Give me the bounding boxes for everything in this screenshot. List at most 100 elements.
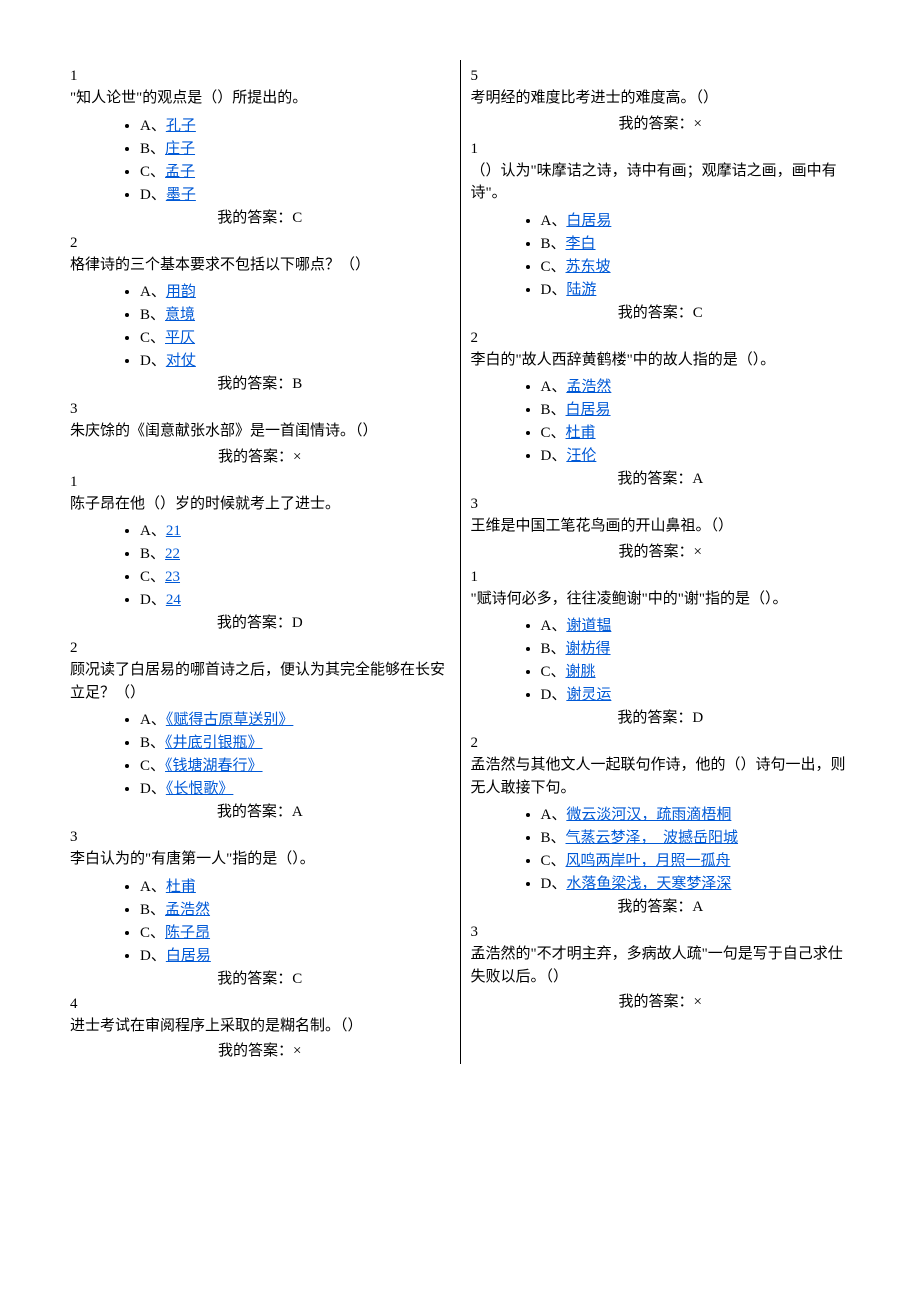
option-c: C、谢朓 <box>541 660 851 681</box>
option-c: C、平仄 <box>140 326 450 347</box>
answer-line: 我的答案：× <box>471 540 851 561</box>
option-link[interactable]: 21 <box>166 523 181 539</box>
option-list: A、用韵 B、意境 C、平仄 D、对仗 <box>70 280 450 370</box>
option-link[interactable]: 水落鱼梁浅，天寒梦泽深 <box>566 876 731 892</box>
option-list: A、孔子 B、庄子 C、孟子 D、墨子 <box>70 114 450 204</box>
answer-line: 我的答案：× <box>471 112 851 133</box>
option-link[interactable]: 孔子 <box>166 118 196 134</box>
option-label: D、 <box>541 448 567 464</box>
option-link[interactable]: 杜甫 <box>566 425 596 441</box>
answer-line: 我的答案：A <box>471 467 851 488</box>
option-link[interactable]: 对仗 <box>166 353 196 369</box>
option-d: D、陆游 <box>541 278 851 299</box>
option-link[interactable]: 《井底引银瓶》 <box>165 735 263 751</box>
option-link[interactable]: 庄子 <box>165 141 195 157</box>
option-link[interactable]: 意境 <box>165 307 195 323</box>
option-label: C、 <box>140 330 165 346</box>
answer-prefix: 我的答案： <box>217 210 292 226</box>
question-number: 2 <box>471 735 851 752</box>
option-link[interactable]: 白居易 <box>566 402 611 418</box>
option-link[interactable]: 《长恨歌》 <box>166 781 234 797</box>
question-stem: 王维是中国工笔花鸟画的开山鼻祖。（） <box>471 515 851 538</box>
answer-line: 我的答案：B <box>70 372 450 393</box>
question-stem: "知人论世"的观点是（）所提出的。 <box>70 87 450 110</box>
option-link[interactable]: 李白 <box>566 236 596 252</box>
option-label: A、 <box>140 879 166 895</box>
option-b: B、白居易 <box>541 398 851 419</box>
answer-line: 我的答案：D <box>70 611 450 632</box>
option-label: D、 <box>140 948 166 964</box>
option-link[interactable]: 风鸣两岸叶，月照一孤舟 <box>566 853 731 869</box>
answer-prefix: 我的答案： <box>218 449 293 465</box>
option-link[interactable]: 微云淡河汉，疏雨滴梧桐 <box>566 807 731 823</box>
option-c: C、《钱塘湖春行》 <box>140 754 450 775</box>
option-b: B、孟浩然 <box>140 898 450 919</box>
option-label: D、 <box>140 781 166 797</box>
option-label: D、 <box>541 876 567 892</box>
option-link[interactable]: 24 <box>166 592 181 608</box>
question-number: 4 <box>70 996 450 1013</box>
option-link[interactable]: 谢朓 <box>566 664 596 680</box>
option-c: C、陈子昂 <box>140 921 450 942</box>
answer-line: 我的答案：C <box>70 967 450 988</box>
option-link[interactable]: 白居易 <box>566 213 611 229</box>
option-link[interactable]: 白居易 <box>166 948 211 964</box>
question-number: 2 <box>471 330 851 347</box>
option-link[interactable]: 《钱塘湖春行》 <box>165 758 263 774</box>
option-link[interactable]: 23 <box>165 569 180 585</box>
option-link[interactable]: 孟子 <box>165 164 195 180</box>
option-link[interactable]: 《赋得古原草送别》 <box>166 712 294 728</box>
answer-line: 我的答案：A <box>471 895 851 916</box>
answer-prefix: 我的答案： <box>217 804 292 820</box>
option-list: A、谢道韫 B、谢枋得 C、谢朓 D、谢灵运 <box>471 614 851 704</box>
option-link[interactable]: 气蒸云梦泽， 波撼岳阳城 <box>566 830 739 846</box>
option-a: A、谢道韫 <box>541 614 851 635</box>
option-link[interactable]: 墨子 <box>166 187 196 203</box>
question-stem: 陈子昂在他（）岁的时候就考上了进士。 <box>70 493 450 516</box>
option-a: A、孟浩然 <box>541 375 851 396</box>
option-c: C、风鸣两岸叶，月照一孤舟 <box>541 849 851 870</box>
option-list: A、微云淡河汉，疏雨滴梧桐 B、气蒸云梦泽， 波撼岳阳城 C、风鸣两岸叶，月照一… <box>471 803 851 893</box>
question-number: 5 <box>471 68 851 85</box>
option-link[interactable]: 谢灵运 <box>566 687 611 703</box>
option-link[interactable]: 汪伦 <box>566 448 596 464</box>
answer-value: C <box>693 305 703 321</box>
question-number: 3 <box>70 401 450 418</box>
option-label: D、 <box>140 592 166 608</box>
option-label: B、 <box>541 830 566 846</box>
answer-line: 我的答案：D <box>471 706 851 727</box>
answer-value: D <box>692 710 703 726</box>
option-label: D、 <box>140 353 166 369</box>
answer-line: 我的答案：A <box>70 800 450 821</box>
question-stem: 李白认为的"有唐第一人"指的是（）。 <box>70 848 450 871</box>
option-link[interactable]: 谢枋得 <box>566 641 611 657</box>
option-link[interactable]: 用韵 <box>166 284 196 300</box>
option-label: C、 <box>140 925 165 941</box>
answer-prefix: 我的答案： <box>618 305 693 321</box>
option-link[interactable]: 杜甫 <box>166 879 196 895</box>
option-label: D、 <box>140 187 166 203</box>
option-link[interactable]: 苏东坡 <box>566 259 611 275</box>
option-link[interactable]: 22 <box>165 546 180 562</box>
option-link[interactable]: 谢道韫 <box>566 618 611 634</box>
option-link[interactable]: 平仄 <box>165 330 195 346</box>
option-label: A、 <box>140 712 166 728</box>
option-b: B、意境 <box>140 303 450 324</box>
answer-value: A <box>692 471 703 487</box>
answer-prefix: 我的答案： <box>619 544 694 560</box>
option-link[interactable]: 陆游 <box>566 282 596 298</box>
option-a: A、《赋得古原草送别》 <box>140 708 450 729</box>
question-number: 1 <box>471 141 851 158</box>
answer-value: C <box>292 210 302 226</box>
option-link[interactable]: 孟浩然 <box>165 902 210 918</box>
answer-value: D <box>292 615 303 631</box>
option-a: A、21 <box>140 519 450 540</box>
option-b: B、庄子 <box>140 137 450 158</box>
option-link[interactable]: 孟浩然 <box>566 379 611 395</box>
option-a: A、微云淡河汉，疏雨滴梧桐 <box>541 803 851 824</box>
option-link[interactable]: 陈子昂 <box>165 925 210 941</box>
answer-line: 我的答案：C <box>471 301 851 322</box>
option-label: C、 <box>140 164 165 180</box>
question-stem: 进士考试在审阅程序上采取的是糊名制。（） <box>70 1015 450 1038</box>
answer-line: 我的答案：× <box>70 445 450 466</box>
